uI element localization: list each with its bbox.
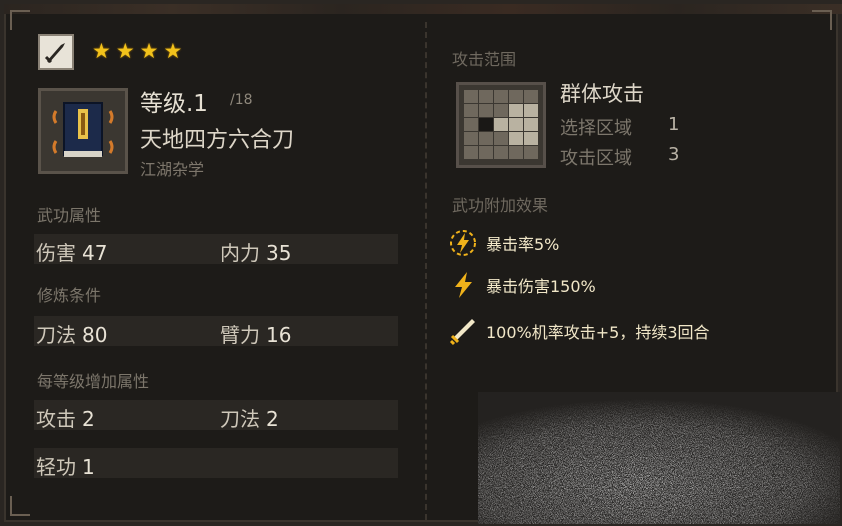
sword-icon [448, 316, 478, 346]
corner-ornament [812, 10, 832, 30]
skill-level-max: /18 [230, 92, 253, 108]
gain-lightness: 轻功 1 [36, 455, 95, 479]
section-title-attributes: 武功属性 [37, 206, 102, 225]
effect-item: 100%机率攻击+5，持续3回合 [448, 316, 710, 346]
skill-category: 江湖杂学 [140, 160, 205, 179]
static-noise-overlay [478, 392, 840, 524]
star-icon: ★ [163, 39, 183, 63]
star-icon: ★ [139, 39, 159, 63]
panel-divider [425, 22, 427, 520]
attribute-row: 伤害 47 内力 35 [34, 234, 398, 265]
skill-level: 等级.1 [140, 91, 208, 117]
martial-book-icon [38, 88, 128, 174]
corner-ornament [10, 10, 30, 30]
top-border-strip [4, 4, 842, 14]
effect-item: 暴击率5% [448, 228, 559, 258]
skill-detail-panel: ★ ★ ★ ★ 等级.1 /18 天地四方六合刀 江湖杂学 武功属性 伤害 47 … [0, 0, 842, 526]
lightning-circle-icon [448, 228, 478, 258]
per-level-row: 轻功 1 [34, 448, 398, 479]
gain-blade: 刀法 2 [220, 407, 279, 431]
gain-attack: 攻击 2 [36, 407, 95, 431]
section-title-per-level: 每等级增加属性 [37, 372, 150, 391]
effect-item: 暴击伤害150% [448, 270, 596, 300]
star-icon: ★ [115, 39, 135, 63]
req-arm-strength: 臂力 16 [220, 323, 292, 347]
stat-damage: 伤害 47 [36, 241, 108, 265]
range-attack-area: 攻击区域 3 [560, 144, 680, 169]
requirement-row: 刀法 80 臂力 16 [34, 316, 398, 347]
stat-internal-power: 内力 35 [220, 241, 292, 265]
range-type: 群体攻击 [560, 82, 644, 106]
range-select-area: 选择区域 1 [560, 114, 680, 139]
rarity-stars: ★ ★ ★ ★ [92, 40, 182, 62]
req-blade: 刀法 80 [36, 323, 108, 347]
skill-name: 天地四方六合刀 [140, 128, 295, 153]
range-grid [456, 82, 546, 168]
corner-ornament [10, 496, 30, 516]
section-title-range: 攻击范围 [452, 50, 517, 69]
lightning-icon [448, 270, 478, 300]
section-title-effects: 武功附加效果 [452, 196, 549, 215]
sword-icon [38, 34, 74, 70]
star-icon: ★ [92, 39, 111, 63]
per-level-row: 攻击 2 刀法 2 [34, 400, 398, 431]
section-title-requirements: 修炼条件 [37, 286, 102, 305]
